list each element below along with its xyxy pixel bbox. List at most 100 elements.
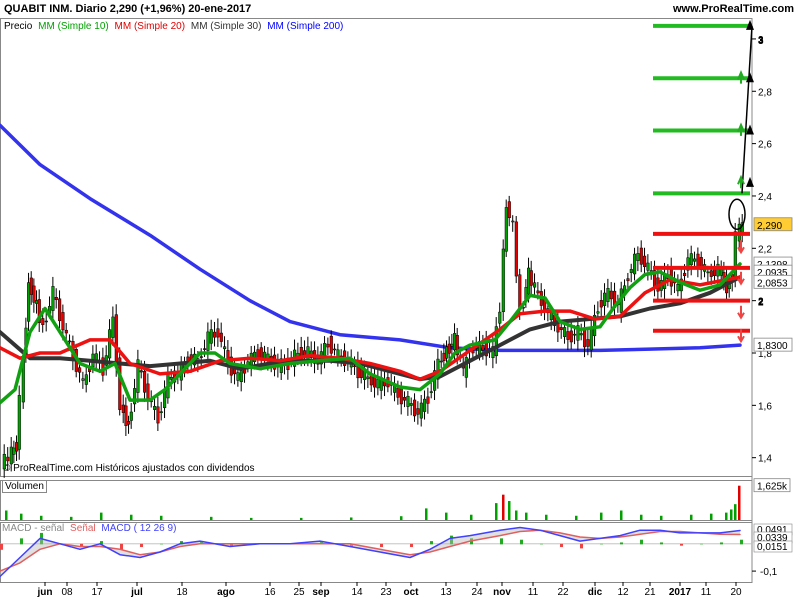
candle-body: [58, 298, 62, 322]
volume-bar: [545, 514, 548, 520]
candle-body: [536, 290, 540, 294]
candle-body: [501, 248, 505, 313]
macd-histogram-bar: [20, 538, 23, 545]
candle-body: [366, 376, 370, 380]
candle-body: [706, 271, 710, 274]
volume-tag-label: 1,625k: [757, 482, 788, 493]
candle-body: [81, 378, 85, 381]
candle-body: [329, 335, 333, 354]
candle-body: [159, 411, 163, 413]
volume-bar: [734, 504, 737, 520]
volume-bar: [620, 510, 623, 520]
candle-body: [606, 288, 610, 302]
volume-bar: [525, 512, 528, 520]
macd-signal-area: [0, 527, 740, 577]
macd-histogram-bar: [540, 543, 543, 545]
candle-body: [527, 267, 531, 295]
red-arrow-down: [737, 305, 745, 320]
volume-bar: [495, 503, 498, 520]
target-number: 2: [758, 298, 764, 309]
candle-body: [504, 207, 508, 252]
volume-bar: [5, 510, 8, 520]
macd-histogram-bar: [520, 539, 523, 545]
macd-histogram-bar: [140, 543, 143, 548]
candle-body: [596, 311, 600, 314]
volume-bar: [738, 485, 741, 520]
candle-body: [563, 327, 567, 337]
target-number: 3: [758, 36, 764, 47]
candle-body: [124, 405, 128, 426]
candle-body: [643, 255, 647, 268]
x-tick-label: jul: [130, 587, 143, 598]
x-tick-label: dic: [588, 587, 603, 598]
price-tick-label: 1,6: [758, 401, 772, 412]
x-tick-label: 14: [351, 587, 363, 598]
candle-body: [336, 349, 340, 358]
candle-body: [396, 387, 400, 398]
macd-histogram-bar: [640, 539, 643, 545]
candle-body: [423, 398, 427, 412]
x-tick-label: 11: [701, 587, 712, 598]
candle-body: [399, 388, 403, 405]
candle-body: [54, 296, 58, 300]
candle-body: [529, 270, 533, 286]
macd-tag-label: 0,0151: [757, 542, 788, 553]
macd-histogram-bar: [500, 538, 503, 545]
candle-body: [6, 456, 10, 462]
candle-body: [41, 318, 45, 325]
candle-body: [213, 331, 217, 338]
candle-body: [518, 274, 522, 310]
volume-bar: [515, 510, 518, 520]
price-tick-label: 2,8: [758, 87, 772, 98]
candle-body: [416, 408, 420, 415]
candle-body: [353, 365, 357, 367]
candle-body: [450, 343, 454, 347]
candle-body: [206, 331, 210, 351]
candle-body: [29, 277, 33, 295]
candle-body: [146, 383, 150, 401]
candle-body: [696, 253, 700, 269]
candle-body: [32, 285, 36, 303]
candle-body: [507, 201, 511, 219]
candle-body: [169, 376, 173, 380]
volume-panel-frame: [0, 480, 753, 521]
volume-bar: [725, 512, 728, 520]
candle-body: [153, 406, 157, 410]
candle-body: [447, 343, 451, 354]
candle-body: [209, 329, 213, 344]
x-tick-label: 13: [440, 587, 452, 598]
candle-body: [9, 446, 13, 465]
candle-body: [429, 391, 433, 393]
candle-body: [156, 406, 160, 424]
volume-bar: [730, 509, 733, 520]
candle-body: [639, 247, 643, 265]
candle-body: [419, 402, 423, 419]
candle-body: [216, 328, 220, 338]
volume-bar: [502, 494, 505, 520]
candle-body: [129, 411, 133, 421]
candle-body: [413, 399, 417, 417]
candle-body: [2, 453, 6, 470]
candle-body: [223, 346, 227, 350]
x-tick-label: 2017: [669, 587, 692, 598]
candle-body: [689, 253, 693, 266]
candle-body: [51, 286, 55, 311]
macd-histogram-bar: [580, 543, 583, 549]
volume-bar: [508, 501, 511, 520]
candle-body: [693, 258, 697, 262]
candle-body: [44, 320, 48, 323]
volume-bar: [640, 514, 643, 520]
x-tick-label: 24: [471, 587, 483, 598]
x-tick-label: 22: [557, 587, 569, 598]
macd-histogram-bar: [560, 543, 563, 548]
candle-body: [569, 330, 573, 343]
macd-histogram-bar: [660, 542, 663, 545]
candle-body: [15, 442, 19, 452]
trend-arrow-line: [741, 25, 753, 194]
price-tick-label: 2,6: [758, 140, 772, 151]
macd-histogram-bar: [700, 543, 703, 545]
volume-bar: [130, 514, 133, 520]
volume-bar: [70, 516, 73, 520]
candle-body: [599, 300, 603, 308]
candle-body: [78, 367, 82, 373]
